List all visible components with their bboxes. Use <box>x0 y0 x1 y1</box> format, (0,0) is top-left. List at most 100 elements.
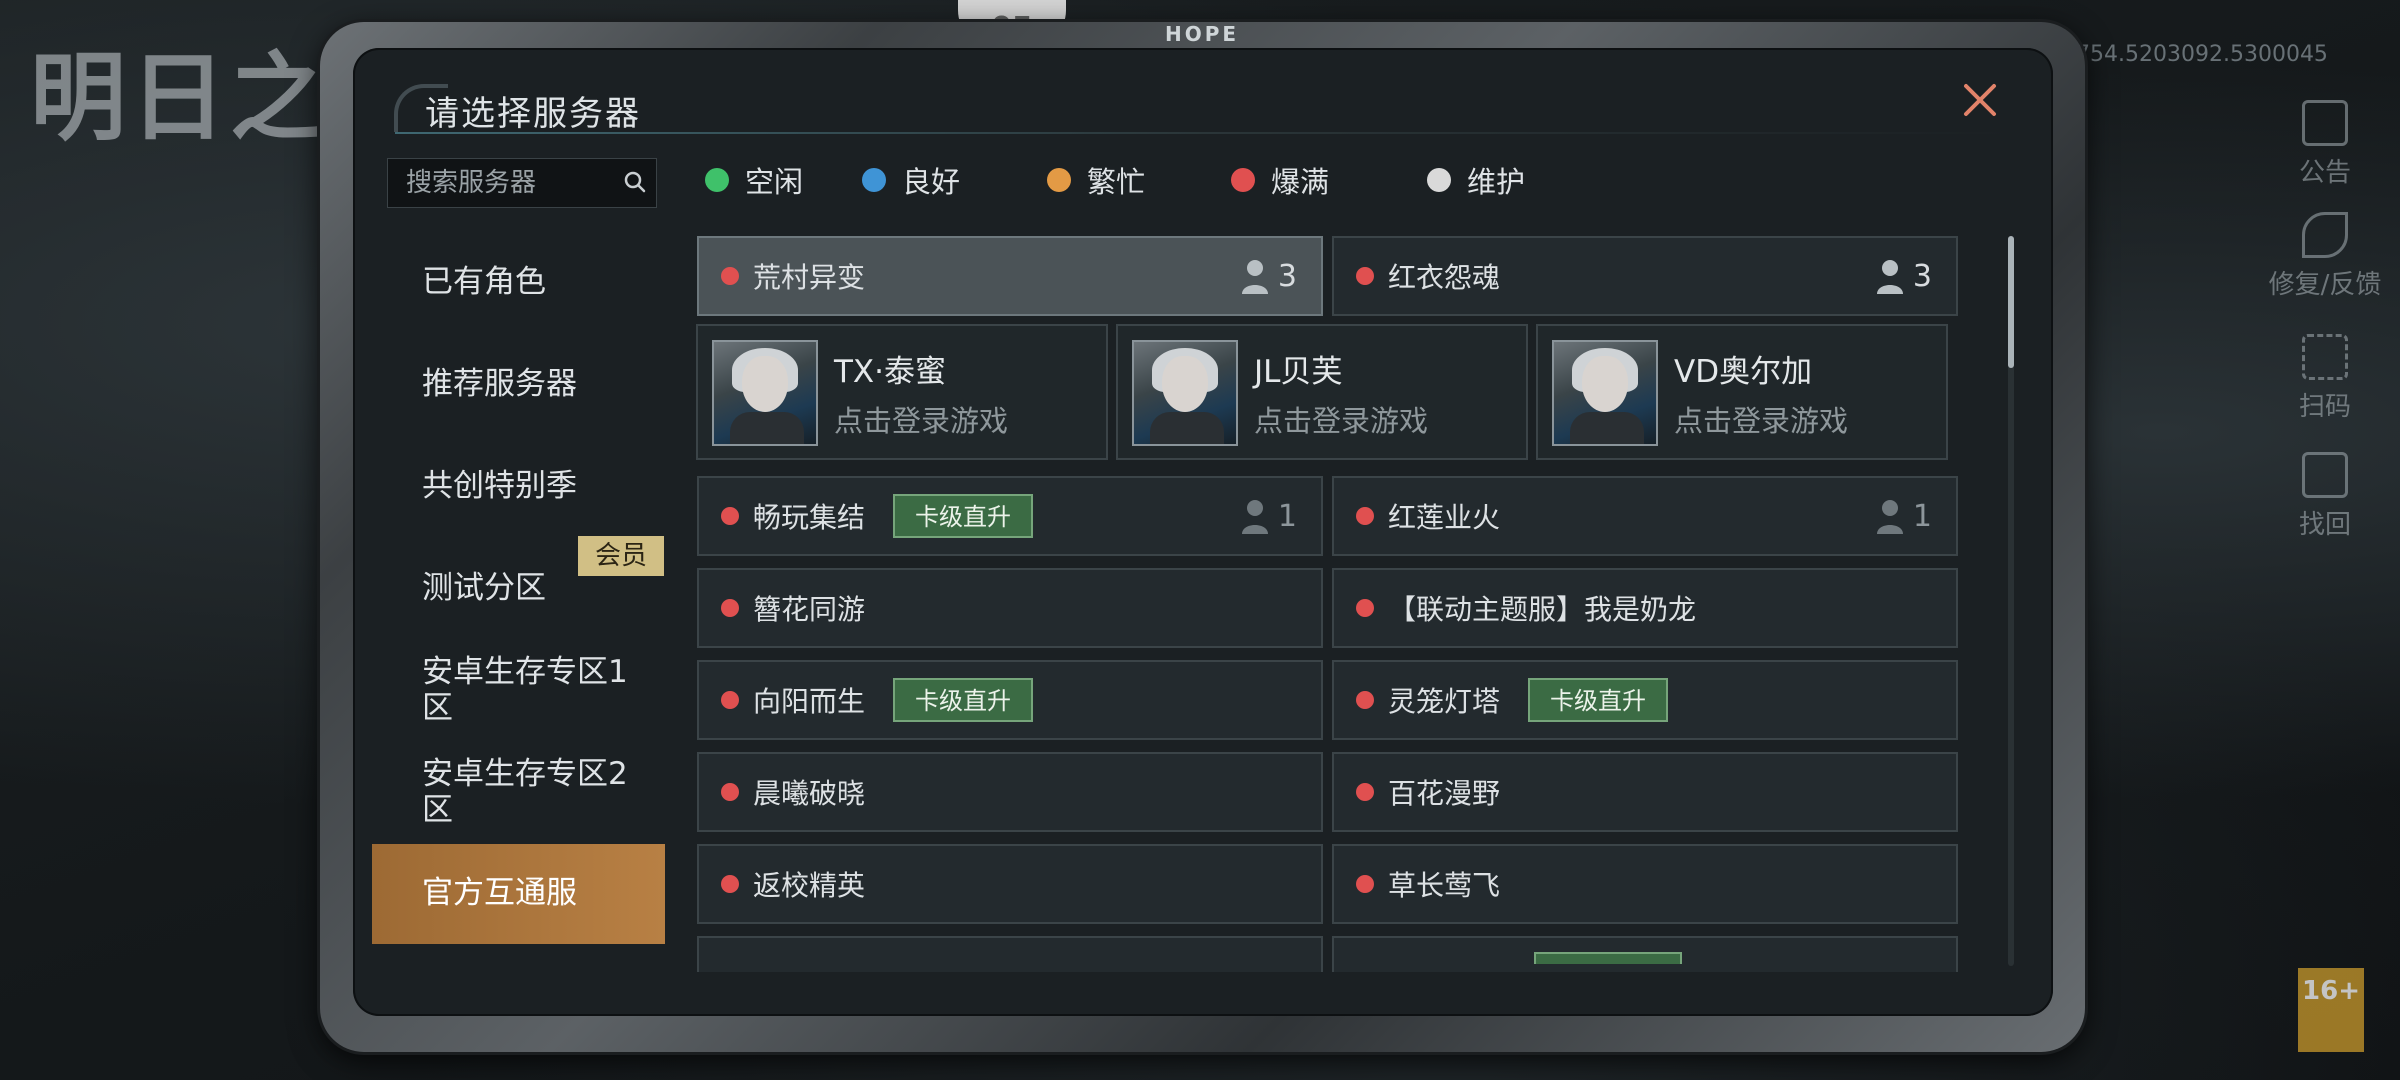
announcement-icon <box>2302 100 2348 146</box>
server-name: 返校精英 <box>753 869 866 902</box>
server-name: 红衣怨魂 <box>1388 261 1501 294</box>
person-icon <box>1241 500 1268 534</box>
recover-button[interactable]: 找回 <box>2250 452 2400 541</box>
server-cell-partial[interactable] <box>697 936 1323 972</box>
status-dot-maintenance <box>1427 168 1451 192</box>
recover-label: 找回 <box>2298 510 2351 540</box>
player-count: 3 <box>1875 238 1932 314</box>
nav-item-label: 测试分区 <box>422 570 546 607</box>
nav-item-label: 安卓生存专区1区 <box>422 654 628 726</box>
character-card[interactable]: TX·泰蜜 点击登录游戏 <box>696 324 1108 460</box>
server-name: 簪花同游 <box>753 593 866 626</box>
server-cell[interactable]: 返校精英 <box>697 844 1323 924</box>
server-cell[interactable]: 向阳而生 卡级直升 <box>697 660 1323 740</box>
character-list: TX·泰蜜 点击登录游戏 JL贝芙 点击登录游戏 VD奥尔加 点击登录游戏 <box>692 324 1957 460</box>
scan-icon <box>2302 334 2348 380</box>
nav-item-co-creation-season[interactable]: 共创特别季 <box>372 436 665 538</box>
scan-button[interactable]: 扫码 <box>2250 334 2400 423</box>
server-cell[interactable]: 草长莺飞 <box>1332 844 1958 924</box>
nav-item-recommended[interactable]: 推荐服务器 <box>372 334 665 436</box>
member-badge: 会员 <box>578 536 664 576</box>
legend-maintenance: 维护 <box>1427 160 1525 200</box>
person-icon <box>1876 500 1903 534</box>
status-dot-good <box>862 168 886 192</box>
status-dot-full <box>721 783 739 801</box>
server-cell[interactable]: 红莲业火 1 <box>1332 476 1958 556</box>
dialog-title: 请选择服务器 <box>425 94 641 134</box>
status-dot-full <box>721 599 739 617</box>
server-cell[interactable]: 百花漫野 <box>1332 752 1958 832</box>
search-icon[interactable] <box>624 171 646 193</box>
nav-item-official-crossplay[interactable]: 官方互通服 <box>372 844 665 944</box>
character-avatar <box>712 340 818 446</box>
server-cell-huangcun[interactable]: 荒村异变 3 <box>697 236 1323 316</box>
character-login-hint: 点击登录游戏 <box>1674 404 1849 438</box>
server-cell[interactable]: 晨曦破晓 <box>697 752 1323 832</box>
server-name: 荒村异变 <box>753 261 866 294</box>
server-cell[interactable]: 畅玩集结 卡级直升 1 <box>697 476 1323 556</box>
age-rating-badge: 16+ <box>2298 968 2364 1052</box>
close-button[interactable] <box>1955 75 2005 125</box>
server-cell-partial[interactable] <box>1332 936 1958 972</box>
character-name: TX·泰蜜 <box>834 354 947 390</box>
legend-idle: 空闲 <box>705 160 862 200</box>
player-count-value: 3 <box>1912 258 1932 294</box>
status-dot-full <box>1231 168 1255 192</box>
level-boost-tag-partial <box>1534 952 1682 964</box>
person-icon <box>1876 260 1903 294</box>
repair-feedback-button[interactable]: 修复/反馈 <box>2250 212 2400 301</box>
scan-label: 扫码 <box>2298 392 2351 422</box>
announcement-button[interactable]: 公告 <box>2250 100 2400 189</box>
legend-good: 良好 <box>862 160 1047 200</box>
player-count-value: 1 <box>1277 498 1297 534</box>
server-cell[interactable]: 【联动主题服】我是奶龙 <box>1332 568 1958 648</box>
server-list-scrollbar[interactable] <box>2008 236 2014 368</box>
coordinates-readout: 9754.5203092.5300045 <box>2062 42 2328 67</box>
close-icon <box>1964 84 1996 116</box>
character-card[interactable]: JL贝芙 点击登录游戏 <box>1116 324 1528 460</box>
player-count-value: 1 <box>1912 498 1932 534</box>
character-name: JL贝芙 <box>1254 354 1343 390</box>
nav-item-android-zone-1[interactable]: 安卓生存专区1区 <box>372 640 665 742</box>
server-status-legend: 空闲 良好 繁忙 爆满 维护 <box>705 160 1525 200</box>
status-dot-full <box>721 267 739 285</box>
nav-item-android-zone-2[interactable]: 安卓生存专区2区 <box>372 742 665 844</box>
status-dot-full <box>1356 599 1374 617</box>
status-dot-full <box>1356 783 1374 801</box>
server-name: 畅玩集结 <box>753 501 866 534</box>
legend-label: 维护 <box>1467 165 1526 199</box>
server-cell[interactable]: 簪花同游 <box>697 568 1323 648</box>
server-name: 晨曦破晓 <box>753 777 866 810</box>
server-name: 灵笼灯塔 <box>1388 685 1501 718</box>
wrench-icon <box>2302 212 2348 258</box>
character-login-hint: 点击登录游戏 <box>1254 404 1429 438</box>
player-count: 1 <box>1240 478 1297 554</box>
status-dot-full <box>1356 875 1374 893</box>
legend-label: 爆满 <box>1271 165 1330 199</box>
nav-item-label: 共创特别季 <box>422 468 577 505</box>
server-name: 百花漫野 <box>1388 777 1501 810</box>
nav-item-label: 官方互通服 <box>422 875 577 912</box>
title-divider <box>395 132 2015 134</box>
nav-item-label: 已有角色 <box>422 264 546 301</box>
server-cell[interactable]: 灵笼灯塔 卡级直升 <box>1332 660 1958 740</box>
status-dot-idle <box>705 168 729 192</box>
hope-emblem: HOPE <box>1165 22 1240 46</box>
legend-label: 良好 <box>902 165 961 199</box>
character-name: VD奥尔加 <box>1674 354 1813 390</box>
legend-label: 繁忙 <box>1087 165 1146 199</box>
status-dot-full <box>721 875 739 893</box>
nav-item-existing-characters[interactable]: 已有角色 <box>372 232 665 334</box>
server-name: 红莲业火 <box>1388 501 1501 534</box>
server-cell-hongyi[interactable]: 红衣怨魂 3 <box>1332 236 1958 316</box>
server-search-box <box>387 158 657 208</box>
character-card[interactable]: VD奥尔加 点击登录游戏 <box>1536 324 1948 460</box>
character-avatar <box>1552 340 1658 446</box>
player-count: 3 <box>1240 238 1297 314</box>
status-dot-full <box>721 507 739 525</box>
level-boost-tag: 卡级直升 <box>893 678 1034 722</box>
server-search-input[interactable] <box>404 167 618 199</box>
level-boost-tag: 卡级直升 <box>893 494 1034 538</box>
server-name: 草长莺飞 <box>1388 869 1501 902</box>
player-count-value: 3 <box>1277 258 1297 294</box>
